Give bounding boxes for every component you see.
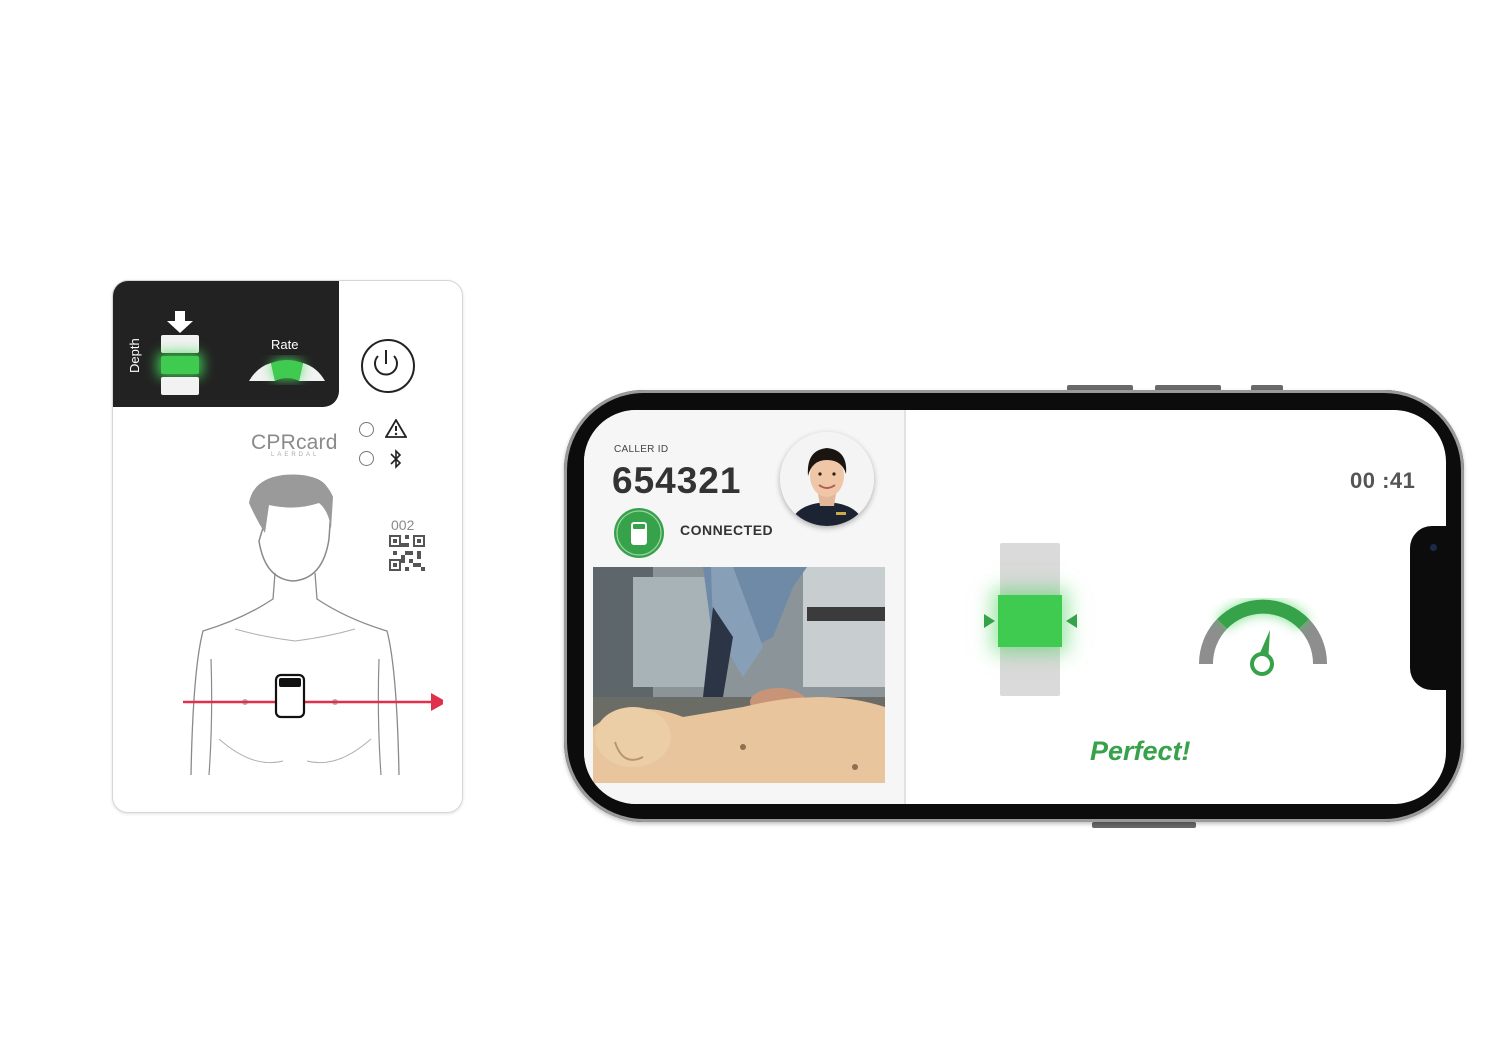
caller-panel: CALLER ID 654321 CONNECTED [584, 410, 906, 804]
dispatcher-avatar [780, 432, 874, 526]
caller-id-label: CALLER ID [614, 444, 669, 455]
front-camera-icon [1430, 544, 1437, 551]
connection-status-label: CONNECTED [680, 522, 774, 538]
power-button[interactable] [361, 339, 415, 393]
phone-screen: CALLER ID 654321 CONNECTED 00:41 Perfec… [584, 410, 1446, 804]
depth-label: Depth [127, 338, 142, 373]
cpr-card: Depth Rate CPRcard LAERDAL 002 [112, 280, 463, 813]
warning-indicator-light [359, 422, 374, 437]
depth-target-right-icon [1066, 614, 1077, 628]
caller-id-number: 654321 [612, 460, 742, 501]
connection-status-icon [614, 508, 664, 558]
depth-indicator-upper [161, 335, 199, 353]
call-timer: 00 :41 [1350, 468, 1416, 493]
depth-meter-indicator [998, 595, 1062, 647]
brand-subtitle: LAERDAL [271, 452, 320, 458]
card-feedback-panel: Depth Rate [113, 281, 339, 407]
power-icon [374, 350, 398, 376]
rate-meter-icon [1198, 599, 1328, 676]
video-feed[interactable] [593, 567, 885, 783]
bluetooth-icon [390, 449, 402, 469]
chest-diagram [183, 474, 443, 776]
rate-gauge-icon [249, 360, 325, 381]
depth-target-left-icon [984, 614, 995, 628]
warning-icon [385, 419, 407, 438]
feedback-text: Perfect! [1090, 736, 1191, 766]
bluetooth-indicator-light [359, 451, 374, 466]
depth-arrow-icon [167, 311, 193, 333]
depth-indicator-active [161, 356, 199, 374]
depth-indicator-lower [161, 377, 199, 395]
phone-side-button [1092, 822, 1196, 828]
rate-label: Rate [271, 337, 299, 352]
card-device-icon [274, 673, 306, 719]
